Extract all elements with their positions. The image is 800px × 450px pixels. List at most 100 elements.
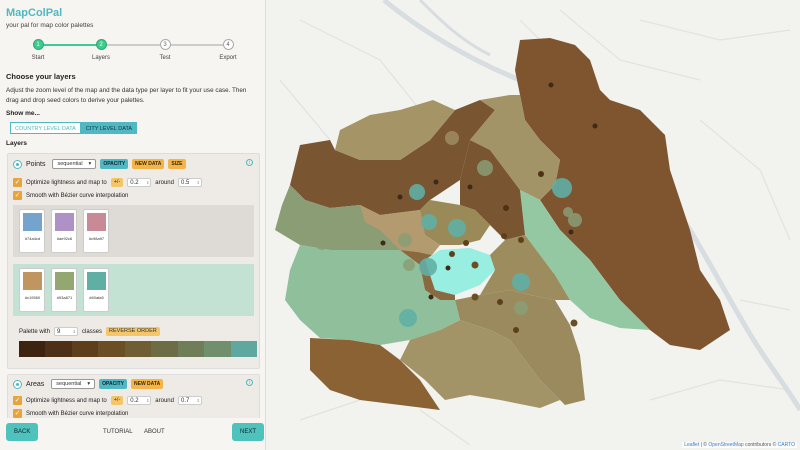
info-icon[interactable]: i [246, 159, 253, 166]
map-point[interactable] [512, 273, 530, 291]
map-canvas[interactable] [266, 0, 800, 450]
map-point[interactable] [568, 229, 574, 235]
map-point[interactable] [552, 178, 572, 198]
map-point[interactable] [409, 184, 425, 200]
map-point[interactable] [570, 319, 578, 327]
map-point[interactable] [538, 171, 544, 177]
next-button[interactable]: NEXT [232, 423, 265, 441]
carto-link[interactable]: CARTO [778, 442, 795, 448]
seed-dropzone-2[interactable]: #c19560 #93a871 #60afa5 [13, 264, 254, 316]
seed-swatch [55, 272, 74, 290]
attribution-text: | © [699, 442, 709, 448]
step-test[interactable]: 3 Test [145, 39, 185, 61]
map-point[interactable] [428, 294, 434, 300]
around-label: around [155, 179, 174, 186]
areas-layer-radio[interactable] [13, 379, 22, 389]
opacity-button[interactable]: OPACITY [100, 159, 129, 169]
seed-color-card[interactable]: #74a4cd [19, 209, 45, 253]
bottom-nav-bar: BACK TUTORIAL ABOUT NEXT [0, 418, 265, 450]
step-layers[interactable]: 2 Layers [81, 39, 121, 61]
new-data-button[interactable]: NEW DATA [131, 379, 164, 389]
seed-color-card[interactable]: #c98a97 [83, 209, 109, 253]
seed-color-card[interactable]: #ae92c6 [51, 209, 77, 253]
seed-color-card[interactable]: #c19560 [19, 268, 45, 312]
leaflet-link[interactable]: Leaflet [684, 442, 699, 448]
map-point[interactable] [514, 301, 528, 315]
seed-hex: #74a4cd [24, 236, 41, 241]
country-level-button[interactable]: COUNTRY LEVEL DATA [10, 122, 81, 134]
step-label: Layers [91, 55, 110, 61]
map-point[interactable] [380, 240, 386, 246]
osm-link[interactable]: OpenStreetMap [708, 442, 743, 448]
map-point[interactable] [477, 160, 493, 176]
smooth-checkbox[interactable]: ✓ [13, 191, 22, 200]
step-start[interactable]: 1 Start [18, 39, 58, 61]
map-point[interactable] [421, 214, 437, 230]
classes-input[interactable]: 9 ⇕ [54, 327, 79, 336]
lightness-range-input[interactable]: 0.2 ⇕ [127, 178, 152, 187]
around-input[interactable]: 0.7 ⇕ [177, 396, 202, 405]
map-point[interactable] [563, 207, 573, 217]
map-point[interactable] [497, 299, 503, 305]
map-point[interactable] [471, 293, 479, 301]
plus-minus-button[interactable]: +/- [110, 178, 124, 187]
map-point[interactable] [403, 259, 415, 271]
step-number: 3 [159, 39, 171, 50]
points-layer-radio[interactable] [13, 159, 22, 169]
map-point[interactable] [503, 205, 509, 211]
seed-swatch [87, 213, 106, 231]
map-point[interactable] [398, 233, 412, 247]
around-input[interactable]: 0.5 ⇕ [177, 178, 202, 187]
map-point[interactable] [471, 261, 479, 269]
info-icon[interactable]: i [246, 379, 253, 386]
app-subtitle: your pal for map color palettes [6, 22, 94, 29]
seed-hex: #c98a97 [88, 236, 105, 241]
map-view[interactable]: Leaflet | © OpenStreetMap contributors ©… [266, 0, 800, 450]
map-point[interactable] [399, 309, 417, 327]
map-point[interactable] [518, 237, 524, 243]
palette-class-swatch [230, 341, 257, 357]
palette-preview [19, 341, 257, 357]
map-point[interactable] [419, 258, 437, 276]
optimize-label: Optimize lightness and map to [26, 179, 107, 186]
city-level-button[interactable]: CITY LEVEL DATA [80, 122, 138, 134]
map-point[interactable] [397, 194, 403, 200]
areas-type-select[interactable]: sequential ▾ [51, 379, 96, 389]
section-title: Choose your layers [6, 72, 76, 81]
lightness-range-input[interactable]: 0.2 ⇕ [127, 396, 152, 405]
spinner-icon: ⇕ [145, 180, 150, 185]
tutorial-link[interactable]: TUTORIAL [103, 429, 133, 435]
seed-color-card[interactable]: #60afa5 [83, 268, 109, 312]
optimize-checkbox[interactable]: ✓ [13, 178, 22, 187]
plus-minus-button[interactable]: +/- [110, 396, 124, 405]
map-point[interactable] [448, 219, 466, 237]
map-point[interactable] [463, 240, 469, 246]
map-point[interactable] [548, 82, 554, 88]
map-point[interactable] [501, 233, 507, 239]
map-point[interactable] [467, 184, 473, 190]
layers-heading: Layers [6, 140, 27, 147]
optimize-checkbox[interactable]: ✓ [13, 396, 22, 405]
seed-swatch [23, 213, 42, 231]
map-point[interactable] [449, 251, 455, 257]
opacity-button[interactable]: OPACITY [99, 379, 127, 389]
points-type-select[interactable]: sequential ▾ [52, 159, 97, 169]
smooth-label: Smooth with Bézier curve interpolation [26, 410, 129, 417]
back-button[interactable]: BACK [6, 423, 39, 441]
about-link[interactable]: ABOUT [144, 429, 165, 435]
smooth-checkbox[interactable]: ✓ [13, 409, 22, 418]
size-button[interactable]: SIZE [168, 159, 186, 169]
step-export[interactable]: 4 Export [208, 39, 248, 61]
map-point[interactable] [315, 236, 329, 250]
seed-dropzone-1[interactable]: #74a4cd #ae92c6 #c98a97 [13, 205, 254, 257]
map-point[interactable] [445, 265, 451, 271]
palette-class-swatch [71, 341, 99, 357]
reverse-order-button[interactable]: REVERSE ORDER [106, 327, 160, 336]
map-point[interactable] [445, 131, 459, 145]
new-data-button[interactable]: NEW DATA [132, 159, 165, 169]
map-point[interactable] [513, 327, 519, 333]
seed-color-card[interactable]: #93a871 [51, 268, 77, 312]
palette-class-swatch [151, 341, 178, 357]
map-point[interactable] [433, 179, 439, 185]
map-point[interactable] [592, 123, 598, 129]
